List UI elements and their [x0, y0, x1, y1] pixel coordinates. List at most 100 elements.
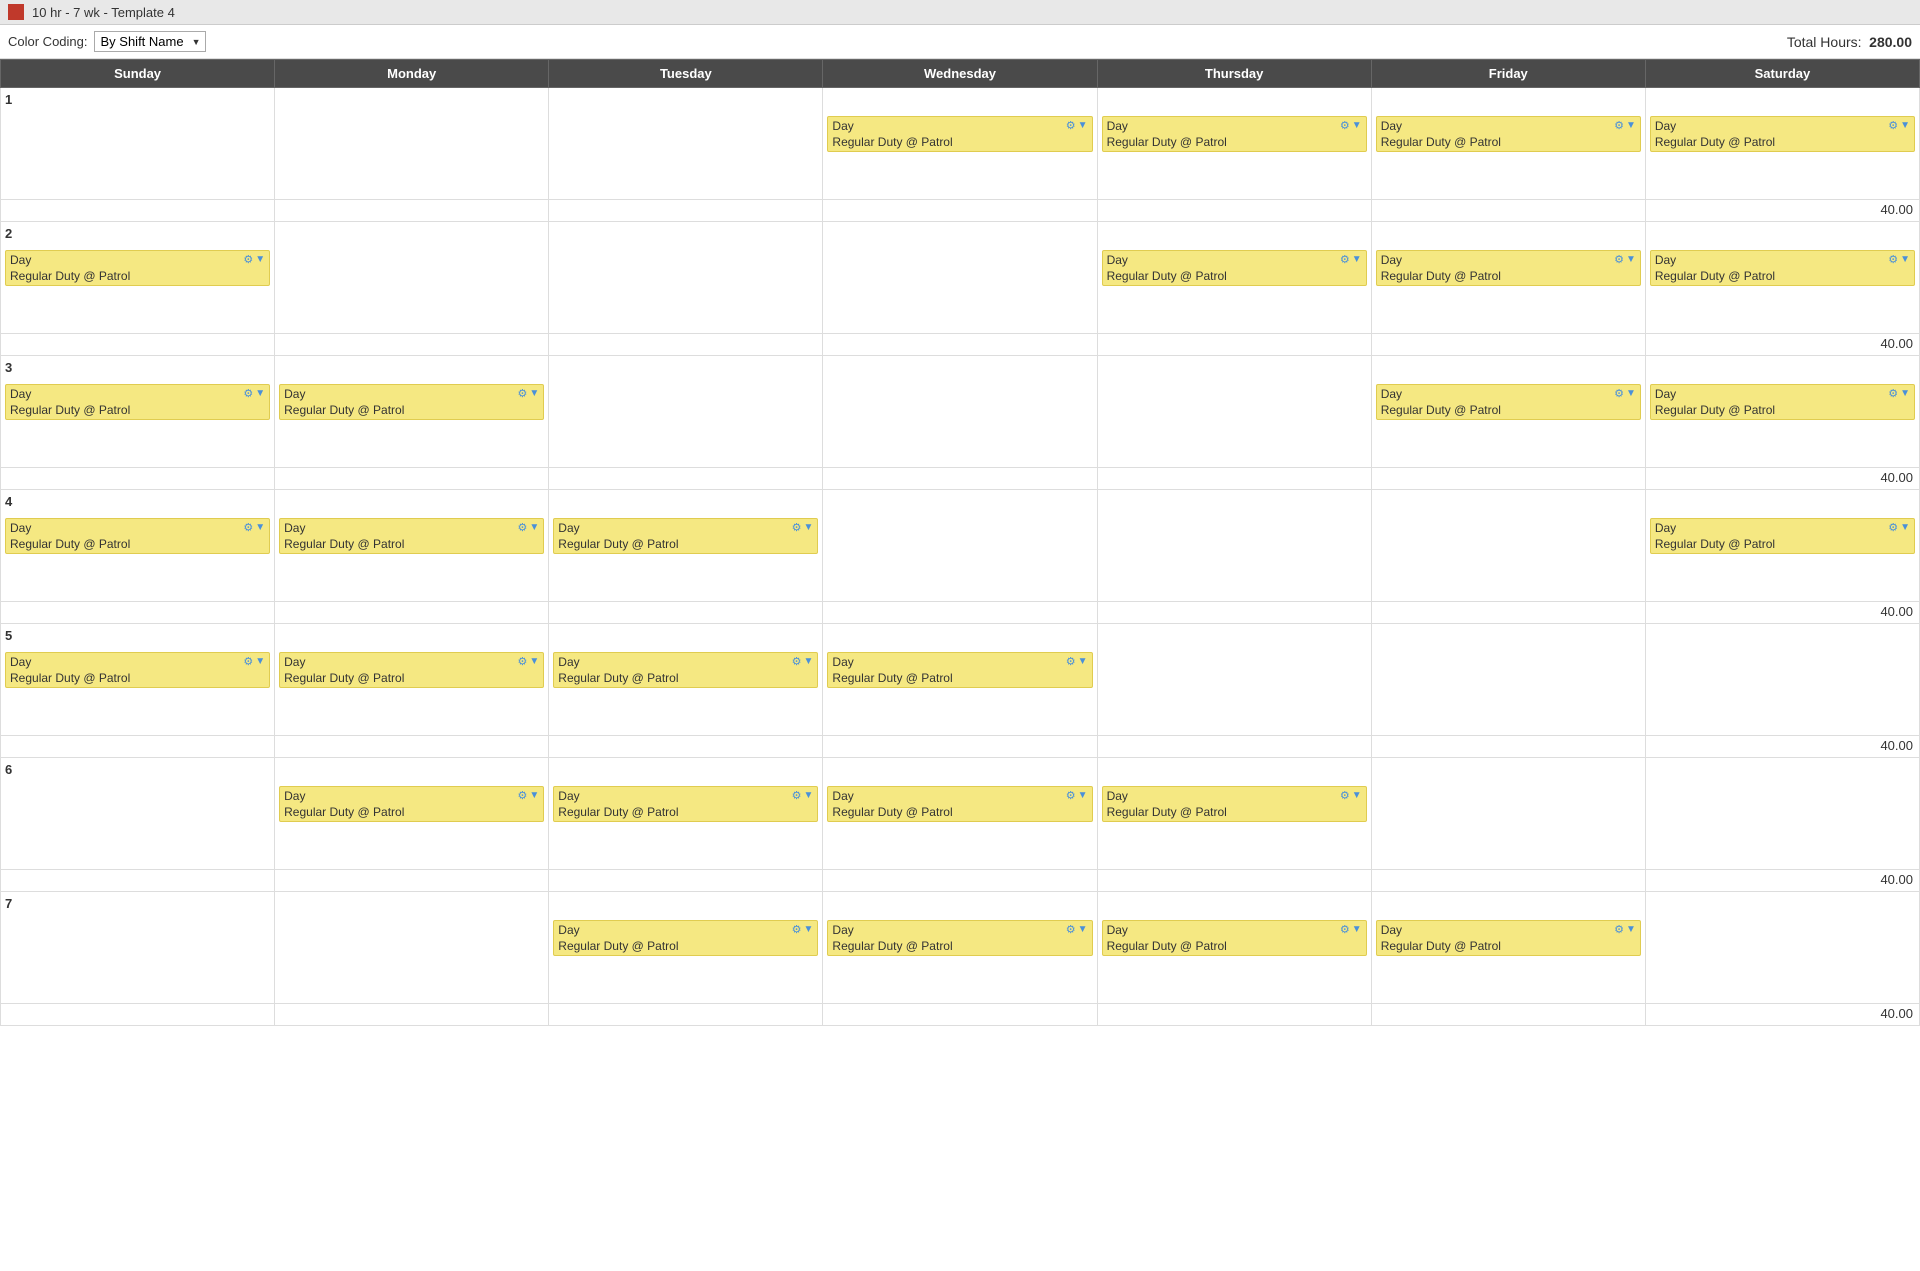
dropdown-arrow-icon[interactable]: ▼: [1626, 924, 1636, 935]
shift-name: Day: [284, 521, 305, 535]
shift-card[interactable]: Day⚙▼Regular Duty @ Patrol: [1650, 116, 1915, 152]
dropdown-arrow-icon[interactable]: ▼: [529, 388, 539, 399]
dropdown-arrow-icon[interactable]: ▼: [529, 790, 539, 801]
shift-card[interactable]: Day⚙▼Regular Duty @ Patrol: [1102, 250, 1367, 286]
shift-card[interactable]: Day⚙▼Regular Duty @ Patrol: [279, 786, 544, 822]
shift-card[interactable]: Day⚙▼Regular Duty @ Patrol: [1650, 384, 1915, 420]
dropdown-arrow-icon[interactable]: ▼: [529, 656, 539, 667]
week-6-day-1: Day⚙▼Regular Duty @ Patrol: [275, 780, 549, 870]
dropdown-arrow-icon[interactable]: ▼: [804, 522, 814, 533]
gear-icon[interactable]: ⚙: [1066, 923, 1076, 936]
gear-icon[interactable]: ⚙: [518, 521, 528, 534]
gear-icon[interactable]: ⚙: [1614, 119, 1624, 132]
dropdown-arrow-icon[interactable]: ▼: [1352, 120, 1362, 131]
dropdown-arrow-icon[interactable]: ▼: [1078, 790, 1088, 801]
dropdown-arrow-icon[interactable]: ▼: [255, 254, 265, 265]
window-title: 10 hr - 7 wk - Template 4: [32, 5, 175, 20]
gear-icon[interactable]: ⚙: [243, 253, 253, 266]
gear-icon[interactable]: ⚙: [243, 655, 253, 668]
shift-card[interactable]: Day⚙▼Regular Duty @ Patrol: [553, 786, 818, 822]
shift-card[interactable]: Day⚙▼Regular Duty @ Patrol: [279, 518, 544, 554]
gear-icon[interactable]: ⚙: [1340, 923, 1350, 936]
shift-card[interactable]: Day⚙▼Regular Duty @ Patrol: [827, 116, 1092, 152]
dropdown-arrow-icon[interactable]: ▼: [1078, 924, 1088, 935]
shift-card[interactable]: Day⚙▼Regular Duty @ Patrol: [553, 920, 818, 956]
week-2-label-row: 2: [1, 222, 1920, 244]
gear-icon[interactable]: ⚙: [1614, 387, 1624, 400]
shift-card[interactable]: Day⚙▼Regular Duty @ Patrol: [5, 250, 270, 286]
week-3-hours-empty-2: [549, 468, 823, 490]
shift-card[interactable]: Day⚙▼Regular Duty @ Patrol: [5, 652, 270, 688]
dropdown-arrow-icon[interactable]: ▼: [1626, 388, 1636, 399]
dropdown-arrow-icon[interactable]: ▼: [804, 656, 814, 667]
shift-card[interactable]: Day⚙▼Regular Duty @ Patrol: [1376, 384, 1641, 420]
shift-card[interactable]: Day⚙▼Regular Duty @ Patrol: [827, 786, 1092, 822]
dropdown-arrow-icon[interactable]: ▼: [1078, 656, 1088, 667]
gear-icon[interactable]: ⚙: [1888, 387, 1898, 400]
gear-icon[interactable]: ⚙: [243, 521, 253, 534]
color-coding-select[interactable]: By Shift Name By Shift Type None: [94, 31, 206, 52]
gear-icon[interactable]: ⚙: [518, 789, 528, 802]
week-7-day-4: Day⚙▼Regular Duty @ Patrol: [1097, 914, 1371, 1004]
dropdown-arrow-icon[interactable]: ▼: [255, 656, 265, 667]
gear-icon[interactable]: ⚙: [1614, 923, 1624, 936]
shift-card[interactable]: Day⚙▼Regular Duty @ Patrol: [5, 384, 270, 420]
shift-card[interactable]: Day⚙▼Regular Duty @ Patrol: [1102, 786, 1367, 822]
shift-card[interactable]: Day⚙▼Regular Duty @ Patrol: [1376, 920, 1641, 956]
shift-detail: Regular Duty @ Patrol: [1381, 269, 1636, 283]
dropdown-arrow-icon[interactable]: ▼: [1900, 522, 1910, 533]
dropdown-arrow-icon[interactable]: ▼: [1352, 924, 1362, 935]
week-2-hours-empty-0: [1, 334, 275, 356]
gear-icon[interactable]: ⚙: [792, 655, 802, 668]
dropdown-arrow-icon[interactable]: ▼: [529, 522, 539, 533]
shift-card[interactable]: Day⚙▼Regular Duty @ Patrol: [1376, 116, 1641, 152]
shift-card[interactable]: Day⚙▼Regular Duty @ Patrol: [1102, 920, 1367, 956]
shift-card[interactable]: Day⚙▼Regular Duty @ Patrol: [279, 652, 544, 688]
shift-detail: Regular Duty @ Patrol: [832, 805, 1087, 819]
gear-icon[interactable]: ⚙: [1340, 253, 1350, 266]
week-1-hours-empty-3: [823, 200, 1097, 222]
shift-card[interactable]: Day⚙▼Regular Duty @ Patrol: [553, 652, 818, 688]
gear-icon[interactable]: ⚙: [1340, 789, 1350, 802]
shift-card[interactable]: Day⚙▼Regular Duty @ Patrol: [1650, 518, 1915, 554]
week-3-hours-empty-0: [1, 468, 275, 490]
dropdown-arrow-icon[interactable]: ▼: [1078, 120, 1088, 131]
week-5-day-5: [1371, 646, 1645, 736]
gear-icon[interactable]: ⚙: [792, 521, 802, 534]
gear-icon[interactable]: ⚙: [243, 387, 253, 400]
gear-icon[interactable]: ⚙: [1066, 655, 1076, 668]
gear-icon[interactable]: ⚙: [1888, 253, 1898, 266]
gear-icon[interactable]: ⚙: [792, 923, 802, 936]
dropdown-arrow-icon[interactable]: ▼: [255, 522, 265, 533]
dropdown-arrow-icon[interactable]: ▼: [255, 388, 265, 399]
shift-card[interactable]: Day⚙▼Regular Duty @ Patrol: [1376, 250, 1641, 286]
dropdown-arrow-icon[interactable]: ▼: [1352, 790, 1362, 801]
gear-icon[interactable]: ⚙: [1888, 521, 1898, 534]
shift-card[interactable]: Day⚙▼Regular Duty @ Patrol: [553, 518, 818, 554]
gear-icon[interactable]: ⚙: [1066, 789, 1076, 802]
gear-icon[interactable]: ⚙: [792, 789, 802, 802]
dropdown-arrow-icon[interactable]: ▼: [804, 924, 814, 935]
shift-card[interactable]: Day⚙▼Regular Duty @ Patrol: [827, 920, 1092, 956]
shift-card[interactable]: Day⚙▼Regular Duty @ Patrol: [1102, 116, 1367, 152]
shift-card[interactable]: Day⚙▼Regular Duty @ Patrol: [1650, 250, 1915, 286]
title-bar: 10 hr - 7 wk - Template 4: [0, 0, 1920, 25]
shift-card[interactable]: Day⚙▼Regular Duty @ Patrol: [279, 384, 544, 420]
dropdown-arrow-icon[interactable]: ▼: [1900, 120, 1910, 131]
gear-icon[interactable]: ⚙: [1614, 253, 1624, 266]
dropdown-arrow-icon[interactable]: ▼: [1900, 388, 1910, 399]
dropdown-arrow-icon[interactable]: ▼: [1900, 254, 1910, 265]
gear-icon[interactable]: ⚙: [518, 387, 528, 400]
gear-icon[interactable]: ⚙: [518, 655, 528, 668]
dropdown-arrow-icon[interactable]: ▼: [1352, 254, 1362, 265]
week-7-hours: 40.00: [1645, 1004, 1919, 1026]
shift-card[interactable]: Day⚙▼Regular Duty @ Patrol: [5, 518, 270, 554]
dropdown-arrow-icon[interactable]: ▼: [804, 790, 814, 801]
shift-card[interactable]: Day⚙▼Regular Duty @ Patrol: [827, 652, 1092, 688]
dropdown-arrow-icon[interactable]: ▼: [1626, 254, 1636, 265]
dropdown-arrow-icon[interactable]: ▼: [1626, 120, 1636, 131]
gear-icon[interactable]: ⚙: [1888, 119, 1898, 132]
shift-detail: Regular Duty @ Patrol: [1381, 403, 1636, 417]
gear-icon[interactable]: ⚙: [1340, 119, 1350, 132]
gear-icon[interactable]: ⚙: [1066, 119, 1076, 132]
